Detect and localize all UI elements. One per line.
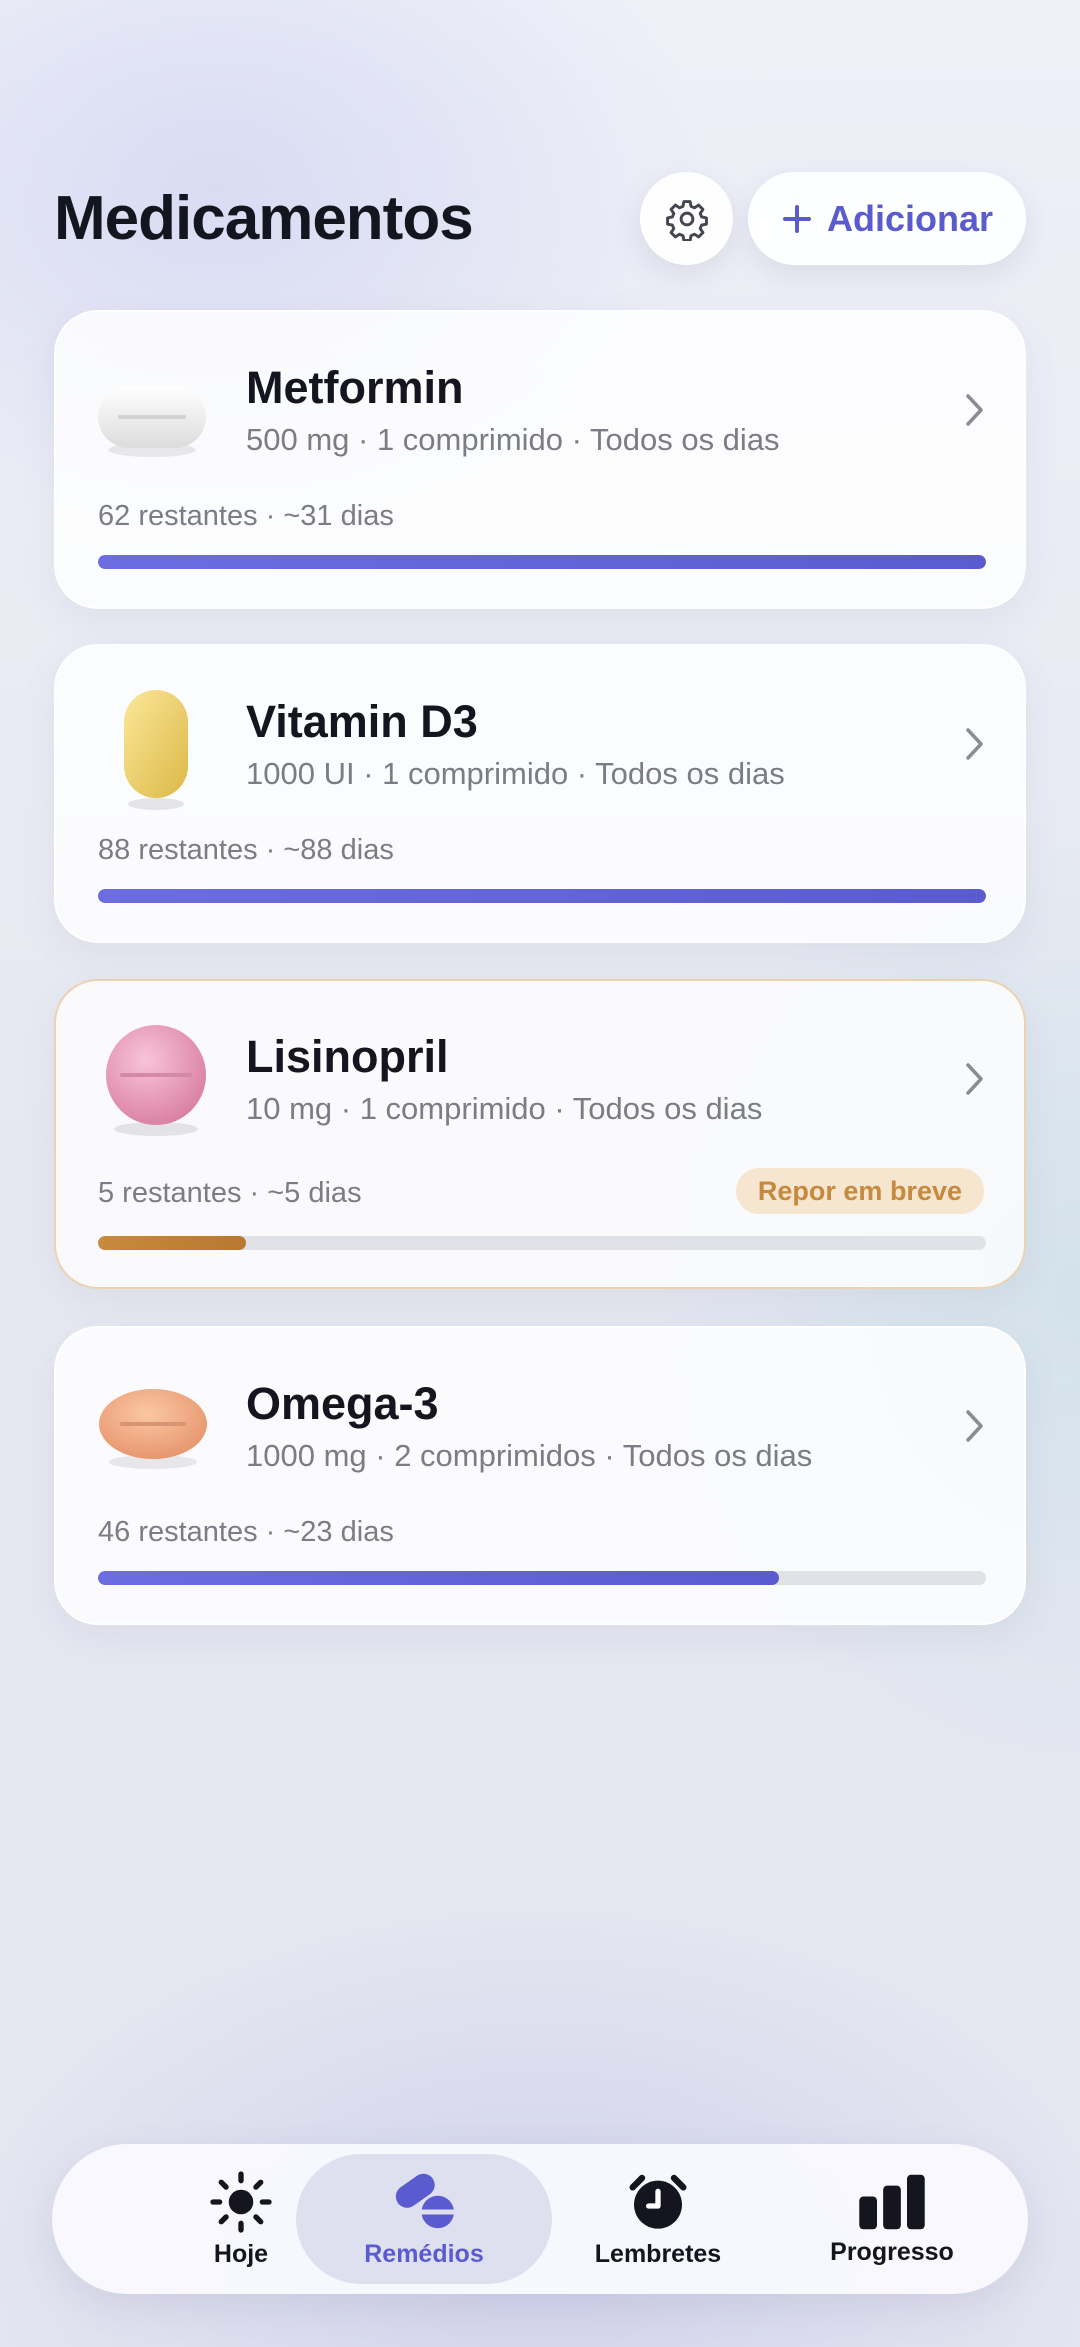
chevron-right-icon	[966, 1063, 983, 1095]
supply-progress-bar	[98, 555, 986, 569]
supply-progress-bar	[98, 889, 986, 903]
medication-detail: 1000 UI · 1 comprimido · Todos os dias	[246, 756, 785, 791]
medication-card[interactable]: Vitamin D3 1000 UI · 1 comprimido · Todo…	[54, 644, 1026, 943]
yellow-capsule-icon	[124, 690, 188, 810]
medication-detail: 1000 mg · 2 comprimidos · Todos os dias	[246, 1438, 813, 1473]
tab-progresso[interactable]: Progresso	[773, 2154, 1011, 2284]
tab-label: Progresso	[830, 2237, 954, 2266]
page-title: Medicamentos	[54, 184, 474, 253]
tab-label: Lembretes	[594, 2239, 722, 2268]
tab-label: Hoje	[213, 2239, 269, 2268]
medication-name: Omega-3	[246, 1378, 439, 1429]
medication-name: Metformin	[246, 362, 464, 413]
medication-name: Lisinopril	[246, 1031, 449, 1082]
pills-icon	[395, 2173, 454, 2228]
settings-button[interactable]	[640, 172, 733, 265]
bar-chart-icon	[859, 2174, 925, 2229]
gear-icon	[665, 199, 708, 241]
chevron-right-icon	[966, 394, 983, 426]
remaining-supply: 88 restantes · ~88 dias	[98, 834, 394, 866]
add-button-label: Adicionar	[826, 197, 994, 239]
medication-card[interactable]: Lisinopril 10 mg · 1 comprimido · Todos …	[54, 979, 1026, 1289]
remaining-supply: 5 restantes · ~5 dias	[98, 1177, 362, 1209]
medication-detail: 500 mg · 1 comprimido · Todos os dias	[246, 422, 780, 457]
medication-name: Vitamin D3	[246, 696, 478, 747]
supply-progress-bar	[98, 1571, 986, 1585]
remaining-supply: 46 restantes · ~23 dias	[98, 1516, 394, 1548]
plus-icon	[782, 204, 811, 233]
bottom-tab-bar: Hoje Remédios Lembretes Progresso	[52, 2144, 1028, 2294]
sun-icon	[210, 2170, 272, 2233]
add-medication-button[interactable]: Adicionar	[748, 172, 1026, 265]
supply-progress-bar	[98, 1236, 986, 1250]
medication-card[interactable]: Omega-3 1000 mg · 2 comprimidos · Todos …	[54, 1326, 1026, 1625]
medication-detail: 10 mg · 1 comprimido · Todos os dias	[246, 1091, 763, 1126]
pink-round-pill-icon	[106, 1025, 206, 1136]
tab-remedios[interactable]: Remédios	[296, 2154, 552, 2284]
chevron-right-icon	[966, 1410, 983, 1442]
refill-soon-badge: Repor em breve	[735, 1168, 984, 1214]
remaining-supply: 62 restantes · ~31 dias	[98, 500, 394, 532]
medication-card[interactable]: Metformin 500 mg · 1 comprimido · Todos …	[54, 310, 1026, 609]
tab-lembretes[interactable]: Lembretes	[539, 2154, 777, 2284]
white-oval-pill-icon	[98, 386, 206, 457]
tab-label: Remédios	[364, 2239, 484, 2268]
chevron-right-icon	[966, 728, 983, 760]
alarm-clock-icon	[629, 2174, 687, 2229]
orange-oval-pill-icon	[99, 1389, 207, 1469]
